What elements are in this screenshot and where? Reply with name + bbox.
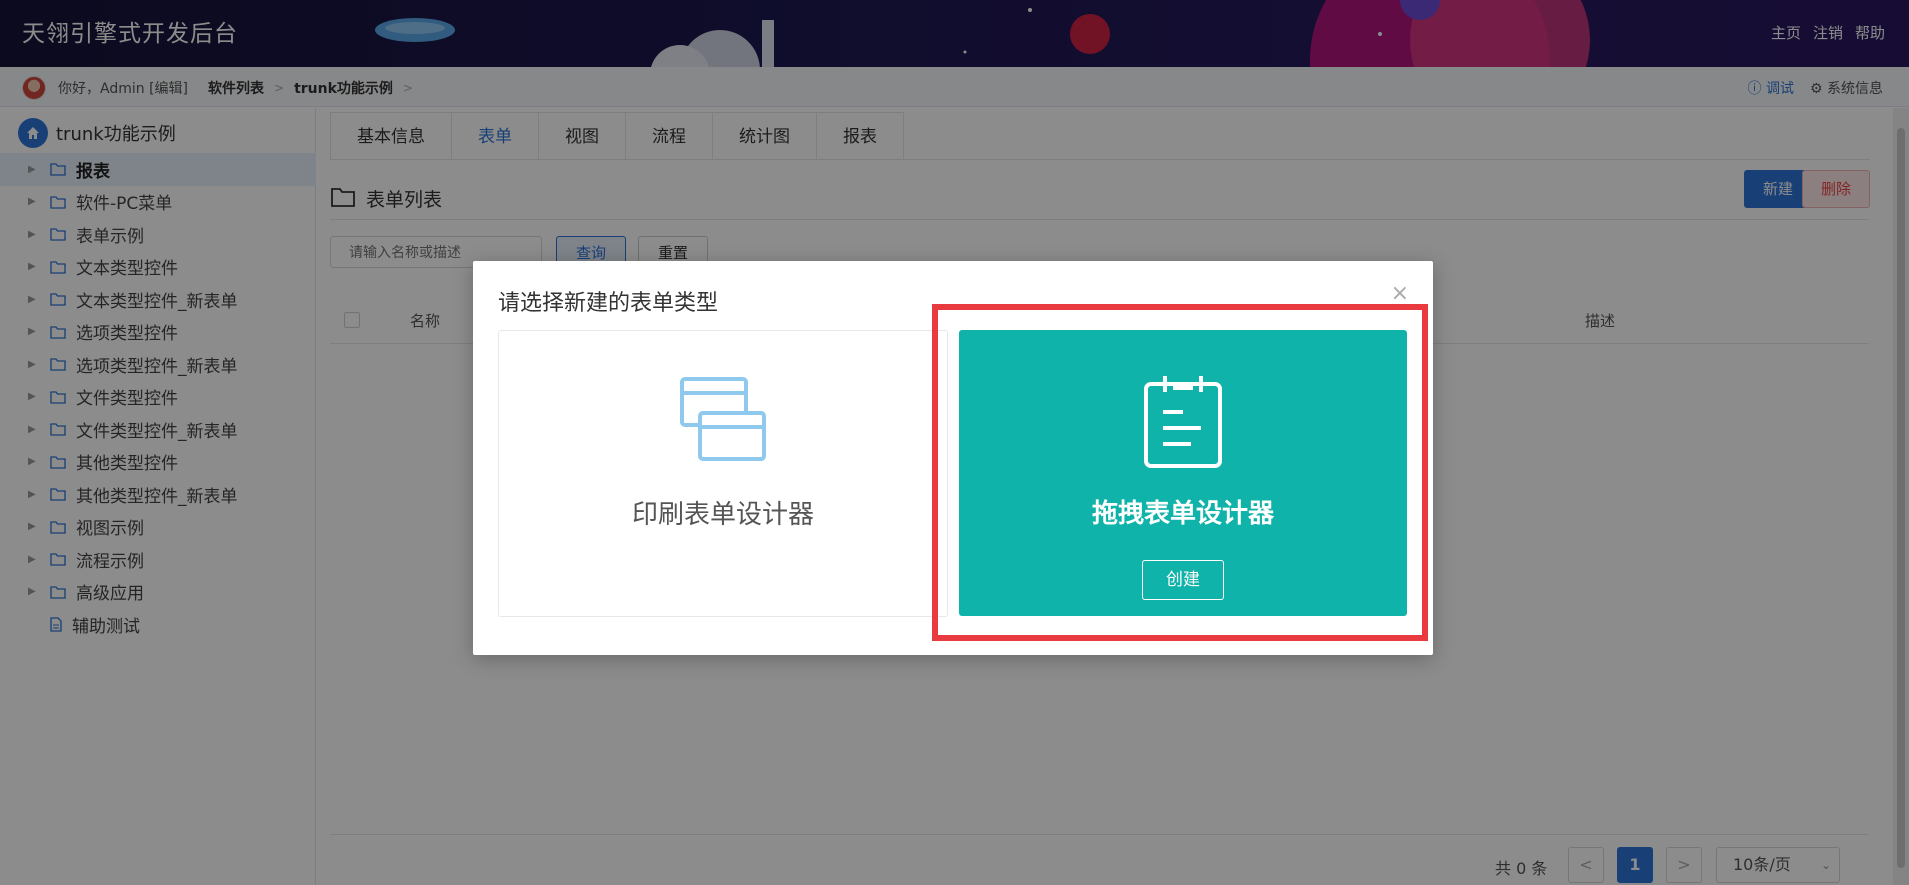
print-designer-label: 印刷表单设计器 bbox=[631, 500, 814, 530]
highlight-box bbox=[932, 304, 1428, 641]
close-icon[interactable]: × bbox=[1391, 281, 1409, 306]
print-form-designer-card[interactable]: 印刷表单设计器 bbox=[498, 330, 948, 617]
dialog-title: 请选择新建的表单类型 bbox=[498, 291, 719, 316]
cards-icon bbox=[499, 377, 947, 463]
